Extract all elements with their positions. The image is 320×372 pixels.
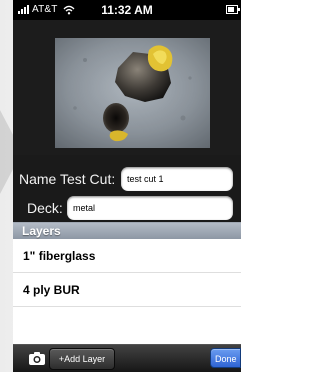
layer-item[interactable]: 4 ply BUR: [13, 273, 241, 307]
deck-label: Deck:: [27, 200, 63, 216]
photo-area: [13, 20, 241, 155]
test-cut-photo[interactable]: [55, 38, 210, 148]
bottom-toolbar: +Add Layer Done: [13, 344, 241, 372]
name-field[interactable]: [121, 167, 233, 191]
phone-screen: AT&T 11:32 AM Name Test Cut: test cut 1 …: [13, 0, 241, 372]
camera-icon[interactable]: [28, 351, 46, 366]
battery-icon: [226, 5, 240, 14]
layer-item[interactable]: 1" fiberglass: [13, 239, 241, 273]
done-button[interactable]: Done: [210, 348, 241, 368]
layers-list: 1" fiberglass 4 ply BUR: [13, 239, 241, 344]
add-layer-button[interactable]: +Add Layer: [49, 348, 115, 370]
deck-field[interactable]: [67, 196, 233, 220]
deck-row: Deck:: [13, 196, 241, 222]
layers-header: Layers: [13, 222, 241, 239]
name-label: Name Test Cut:: [19, 171, 116, 187]
name-row: Name Test Cut:: [13, 167, 241, 193]
battery-level: [228, 7, 234, 12]
status-bar: AT&T 11:32 AM: [13, 0, 241, 20]
status-time: 11:32 AM: [101, 3, 153, 17]
